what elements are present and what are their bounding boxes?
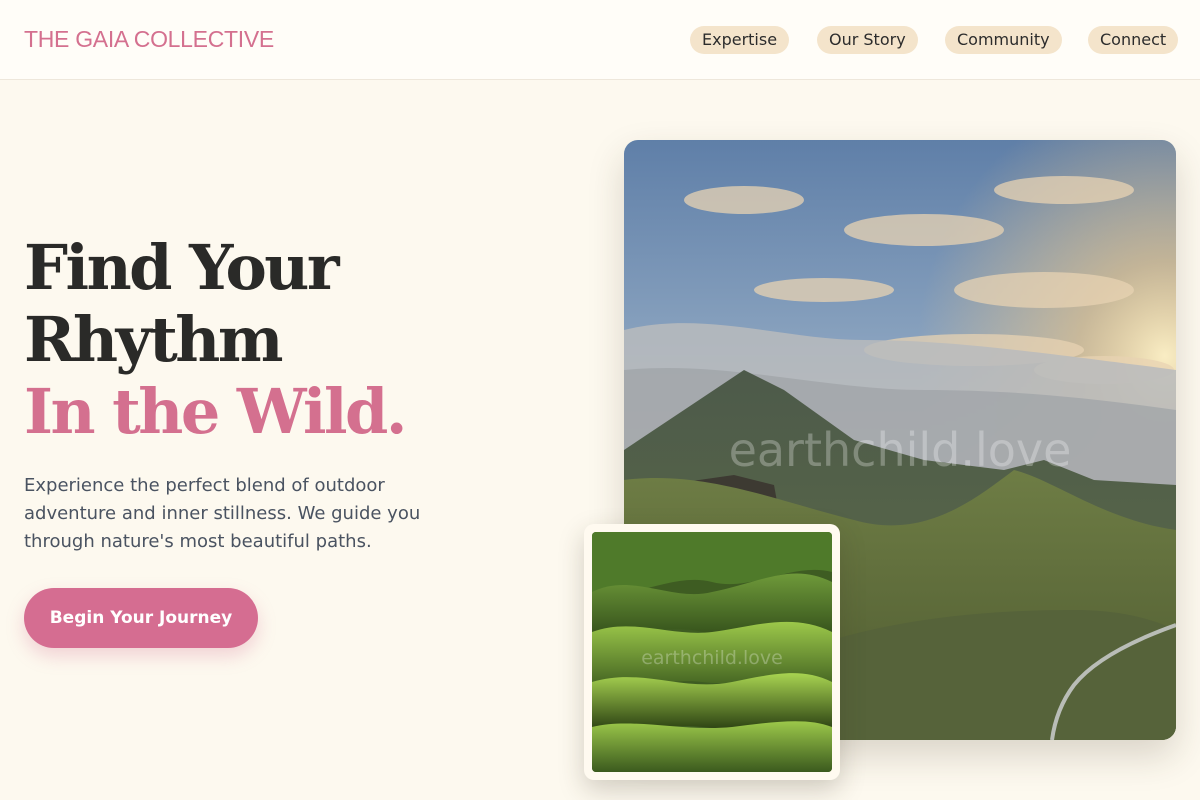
brand-logo[interactable]: THE GAIA COLLECTIVE	[24, 26, 274, 53]
hero-title-accent: In the Wild.	[24, 375, 408, 448]
inset-image-watermark: earthchild.love	[641, 647, 783, 669]
hero-title: Find Your Rhythm In the Wild.	[24, 231, 408, 448]
nav-link-connect[interactable]: Connect	[1088, 26, 1179, 54]
hero-title-line-2: Rhythm	[24, 303, 283, 376]
site-header: THE GAIA COLLECTIVE Expertise Our Story …	[0, 0, 1200, 80]
hero-description: Experience the perfect blend of outdoor …	[24, 475, 421, 552]
nav-link-community[interactable]: Community	[945, 26, 1062, 54]
hero-title-line-1: Find Your	[24, 231, 340, 304]
nav-link-our-story[interactable]: Our Story	[817, 26, 918, 54]
inset-hills-photo: earthchild.love	[592, 532, 832, 772]
main-image-watermark: earthchild.love	[729, 423, 1072, 477]
inset-hills-image: earthchild.love	[584, 524, 840, 780]
nav-link-expertise[interactable]: Expertise	[690, 26, 790, 54]
begin-journey-button[interactable]: Begin Your Journey	[24, 588, 258, 648]
